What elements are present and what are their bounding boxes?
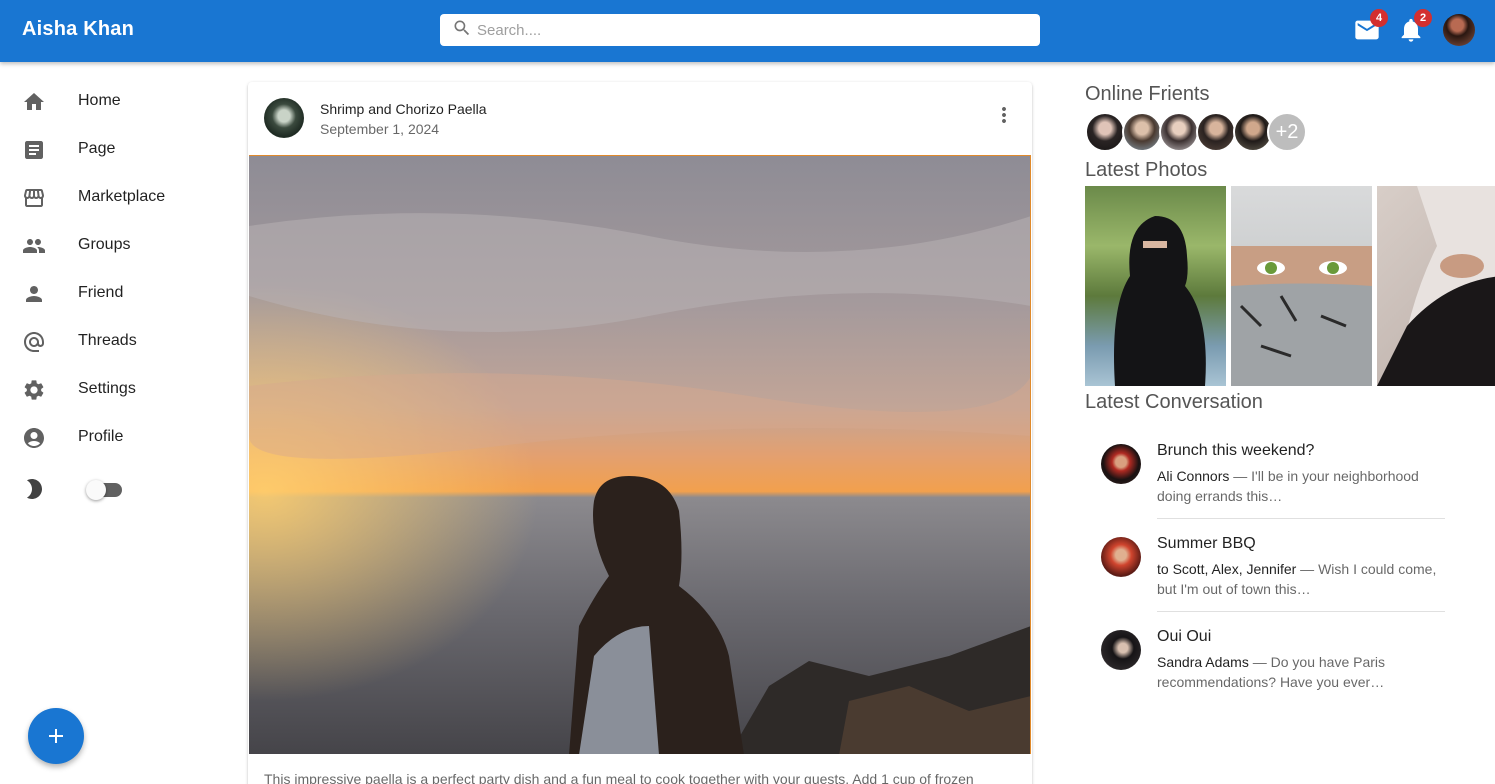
mail-badge: 4	[1370, 9, 1388, 27]
photo-thumbnail[interactable]	[1377, 186, 1495, 386]
friend-avatar[interactable]	[1085, 112, 1125, 152]
conversation-preview: Sandra Adams — Do you have Paris recomme…	[1157, 652, 1437, 692]
sidebar-item-threads[interactable]: Threads	[0, 318, 230, 366]
conversation-sender: Sandra Adams	[1157, 654, 1249, 670]
toggle-thumb	[86, 480, 106, 500]
user-avatar[interactable]	[1443, 14, 1475, 46]
photo-image	[1231, 246, 1372, 386]
online-friends-title: Online Frients	[1085, 83, 1210, 105]
conversation-preview: Ali Connors — I'll be in your neighborho…	[1157, 466, 1437, 506]
app-title[interactable]: Aisha Khan	[22, 18, 134, 41]
sidebar-item-label: Friend	[78, 284, 124, 301]
app-bar: Aisha Khan 4 2	[0, 0, 1495, 62]
sidebar-item-label: Page	[78, 140, 116, 157]
search-icon	[454, 20, 470, 36]
gear-icon	[24, 380, 44, 400]
storefront-icon	[24, 189, 44, 207]
post-photo	[249, 156, 1030, 754]
conversation-preview: to Scott, Alex, Jennifer — Wish I could …	[1157, 559, 1437, 599]
latest-photos-grid	[1085, 186, 1495, 386]
add-button[interactable]	[28, 708, 84, 764]
conversation-divider	[1157, 518, 1445, 519]
mail-button[interactable]: 4	[1353, 9, 1388, 44]
account-circle-icon	[24, 428, 44, 448]
post-title: Shrimp and Chorizo Paella	[320, 101, 487, 117]
post-card: Shrimp and Chorizo Paella September 1, 2…	[248, 82, 1032, 784]
sidebar: Home Page Marketplace Groups Friend Thre…	[0, 78, 230, 462]
friend-avatar[interactable]	[1122, 112, 1162, 152]
conversation-title: Brunch this weekend?	[1157, 442, 1315, 459]
home-icon	[24, 93, 44, 110]
post-image[interactable]	[249, 155, 1031, 754]
sidebar-item-page[interactable]: Page	[0, 126, 230, 174]
notifications-badge: 2	[1414, 9, 1432, 27]
photo-image	[1377, 186, 1495, 386]
photo-thumbnail[interactable]	[1231, 186, 1372, 386]
sidebar-item-settings[interactable]: Settings	[0, 366, 230, 414]
conversation-title: Oui Oui	[1157, 628, 1212, 645]
latest-conversation-title: Latest Conversation	[1085, 391, 1263, 413]
conversation-avatar	[1101, 444, 1141, 484]
conversation-item[interactable]: Oui Oui Sandra Adams — Do you have Paris…	[1085, 622, 1445, 715]
moon-icon	[27, 479, 42, 499]
sidebar-item-profile[interactable]: Profile	[0, 414, 230, 462]
sidebar-item-home[interactable]: Home	[0, 78, 230, 126]
latest-photos-title: Latest Photos	[1085, 159, 1208, 181]
search-input[interactable]	[477, 14, 1027, 46]
more-vert-icon[interactable]	[992, 103, 1016, 127]
conversation-sender: Ali Connors	[1157, 468, 1230, 484]
group-icon	[23, 239, 45, 253]
post-text: This impressive paella is a perfect part…	[264, 771, 974, 784]
search-box[interactable]	[440, 14, 1040, 46]
sidebar-item-label: Marketplace	[78, 188, 166, 205]
plus-icon	[49, 729, 63, 743]
photo-image	[1114, 216, 1206, 386]
notifications-button[interactable]: 2	[1397, 9, 1432, 44]
conversation-title: Summer BBQ	[1157, 535, 1256, 552]
more-friends-count[interactable]: +2	[1267, 112, 1307, 152]
sidebar-item-marketplace[interactable]: Marketplace	[0, 174, 230, 222]
conversation-sender: to Scott, Alex, Jennifer	[1157, 561, 1297, 577]
conversation-item[interactable]: Brunch this weekend? Ali Connors — I'll …	[1085, 436, 1445, 529]
sidebar-item-label: Profile	[78, 428, 124, 445]
post-date: September 1, 2024	[320, 121, 440, 137]
conversation-item[interactable]: Summer BBQ to Scott, Alex, Jennifer — Wi…	[1085, 529, 1445, 622]
sidebar-item-groups[interactable]: Groups	[0, 222, 230, 270]
photo-thumbnail[interactable]	[1085, 186, 1226, 386]
sidebar-item-label: Groups	[78, 236, 131, 253]
friend-avatar[interactable]	[1159, 112, 1199, 152]
post-author-avatar[interactable]	[264, 98, 304, 138]
sidebar-item-label: Threads	[78, 332, 137, 349]
dark-mode-toggle[interactable]	[86, 480, 126, 500]
conversation-avatar	[1101, 537, 1141, 577]
conversation-avatar	[1101, 630, 1141, 670]
friend-avatar[interactable]	[1196, 112, 1236, 152]
at-sign-icon	[24, 332, 44, 352]
sidebar-item-label: Settings	[78, 380, 136, 397]
article-icon	[25, 141, 43, 159]
sidebar-item-friend[interactable]: Friend	[0, 270, 230, 318]
person-icon	[26, 286, 42, 302]
conversation-divider	[1157, 611, 1445, 612]
sidebar-item-label: Home	[78, 92, 121, 109]
